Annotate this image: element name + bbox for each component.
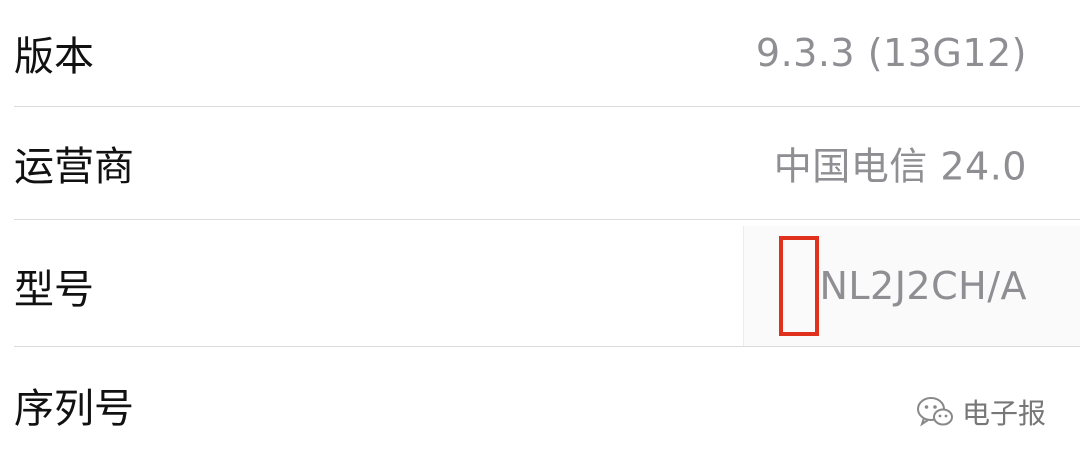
row-carrier: 运营商 中国电信 24.0	[0, 107, 1080, 219]
row-value-carrier: 中国电信 24.0	[773, 144, 1027, 189]
row-label-version: 版本	[14, 34, 94, 80]
highlight-box	[779, 236, 819, 336]
row-value-model: NL2J2CH/A	[819, 264, 1027, 308]
row-label-carrier: 运营商	[14, 144, 134, 190]
wechat-icon	[916, 397, 953, 427]
settings-list: 版本 9.3.3 (13G12) 运营商 中国电信 24.0 型号 NL2J2C…	[0, 0, 1080, 459]
row-divider	[14, 346, 1080, 347]
watermark: 电子报	[916, 392, 1046, 432]
row-label-serial: 序列号	[14, 385, 134, 432]
row-value-version: 9.3.3 (13G12)	[755, 31, 1027, 75]
row-model: 型号 NL2J2CH/A	[0, 226, 1080, 346]
row-divider	[14, 219, 1080, 220]
watermark-text: 电子报	[961, 397, 1046, 430]
row-version: 版本 9.3.3 (13G12)	[0, 0, 1080, 106]
row-label-model: 型号	[14, 267, 94, 313]
